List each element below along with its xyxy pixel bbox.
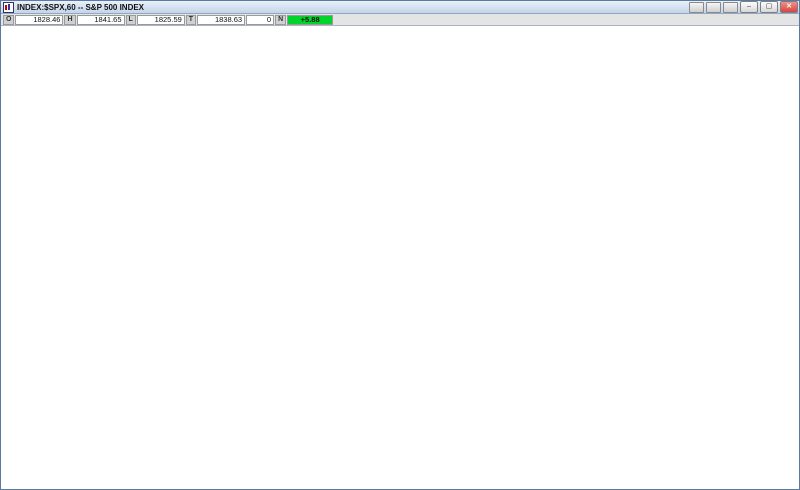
quote-bar: O 1828.46 H 1841.65 L 1825.59 T 1838.63 … [1,14,799,26]
low-value: 1825.59 [136,14,185,25]
last-label: T [185,14,197,25]
low-label: L [125,14,136,25]
high-value: 1841.65 [76,14,125,25]
mini-toolbar-button-3[interactable] [723,1,738,13]
chart-canvas[interactable] [1,26,800,490]
last-value: 1838.63 [197,14,246,25]
window-title: INDEX:$SPX,60 -- S&P 500 INDEX [17,2,145,12]
mini-toolbar-button-1[interactable] [689,1,704,13]
change-badge: +5.88 [287,14,334,25]
close-button[interactable]: ✕ [780,1,798,13]
open-label: O [3,14,15,25]
chart-icon [3,1,14,13]
open-value: 1828.46 [15,14,64,25]
n-label: N [275,14,287,25]
mini-toolbar-button-2[interactable] [706,1,721,13]
title-bar: INDEX:$SPX,60 -- S&P 500 INDEX – ▢ ✕ [1,1,799,14]
window-controls: – ▢ ✕ [689,1,799,13]
high-label: H [64,14,76,25]
app-window: INDEX:$SPX,60 -- S&P 500 INDEX – ▢ ✕ O 1… [0,0,800,490]
chart-area[interactable] [1,26,800,490]
extra-value: 0 [246,14,275,25]
minimize-button[interactable]: – [740,1,758,13]
maximize-button[interactable]: ▢ [760,1,778,13]
